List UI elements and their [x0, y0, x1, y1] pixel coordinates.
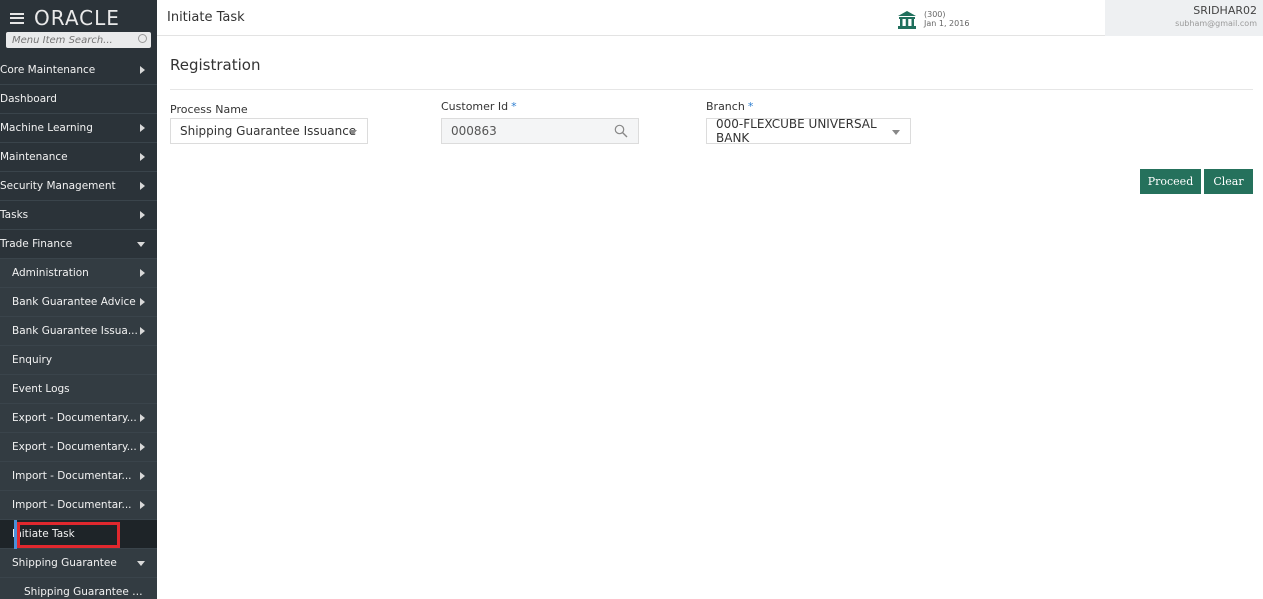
sidebar-item-event-logs[interactable]: Event Logs [0, 375, 157, 404]
sidebar-item-export-documentary[interactable]: Export - Documentary... [0, 404, 157, 433]
main-content: Initiate Task (300) Jan 1, 2016 SRIDHAR0… [157, 0, 1263, 599]
chevron-right-icon[interactable] [140, 414, 145, 422]
process-name-label-text: Process Name [170, 103, 248, 116]
sidebar-item-import-documentar[interactable]: Import - Documentar... [0, 462, 157, 491]
chevron-right-icon[interactable] [140, 327, 145, 335]
sidebar-item-export-documentary[interactable]: Export - Documentary... [0, 433, 157, 462]
sidebar-item-label: Shipping Guarantee Is... [24, 586, 145, 598]
sidebar-item-label: Enquiry [12, 354, 53, 366]
chevron-right-icon[interactable] [140, 298, 145, 306]
branch-select[interactable]: 000-FLEXCUBE UNIVERSAL BANK [706, 117, 911, 145]
chevron-right-icon[interactable] [140, 269, 145, 277]
sidebar-item-label: Event Logs [12, 383, 70, 395]
sidebar-item-label: Maintenance [0, 151, 68, 163]
chevron-down-icon[interactable] [137, 560, 145, 566]
menu-search[interactable] [6, 32, 151, 48]
sidebar-item-dashboard[interactable]: Dashboard [0, 85, 157, 114]
chevron-down-icon[interactable] [137, 241, 145, 247]
sidebar-item-label: Security Management [0, 180, 116, 192]
sidebar-item-import-documentar[interactable]: Import - Documentar... [0, 491, 157, 520]
page-title: Initiate Task [167, 10, 245, 25]
branch-code: (300) [924, 10, 946, 19]
sidebar-item-tasks[interactable]: Tasks [0, 201, 157, 230]
branch-date: Jan 1, 2016 [924, 19, 970, 28]
menu-search-input[interactable] [12, 34, 132, 46]
logo-bar: ORACLE [0, 0, 157, 36]
required-marker: * [747, 100, 754, 113]
chevron-right-icon[interactable] [140, 182, 145, 190]
chevron-down-icon[interactable] [892, 130, 900, 135]
chevron-right-icon[interactable] [140, 211, 145, 219]
process-name-label: Process Name [170, 103, 248, 116]
branch-label: Branch * [706, 100, 753, 113]
sidebar-item-label: Machine Learning [0, 122, 93, 134]
sidebar-item-maintenance[interactable]: Maintenance [0, 143, 157, 172]
sidebar-item-label: Export - Documentary... [12, 441, 137, 453]
search-icon[interactable] [138, 34, 147, 43]
customer-id-label: Customer Id * [441, 100, 517, 113]
branch-value: 000-FLEXCUBE UNIVERSAL BANK [716, 117, 877, 145]
sidebar-item-label: Core Maintenance [0, 64, 96, 76]
user-email: subham@gmail.com [1175, 19, 1257, 28]
app-root: ORACLE Core Maintenance Dashboard Machine … [0, 0, 1263, 599]
proceed-button[interactable]: Proceed [1140, 169, 1201, 194]
top-bar: Initiate Task (300) Jan 1, 2016 SRIDHAR0… [157, 0, 1263, 36]
sidebar-item-label: Dashboard [0, 93, 57, 105]
sidebar-item-core-maintenance[interactable]: Core Maintenance [0, 56, 157, 85]
process-name-select[interactable]: Shipping Guarantee Issuance [170, 118, 368, 144]
sidebar-item-security-management[interactable]: Security Management [0, 172, 157, 201]
sidebar: ORACLE Core Maintenance Dashboard Machine … [0, 0, 157, 599]
customer-id-value: 000863 [451, 124, 497, 138]
hamburger-icon[interactable] [10, 12, 24, 24]
sidebar-item-machine-learning[interactable]: Machine Learning [0, 114, 157, 143]
clear-button[interactable]: Clear [1204, 169, 1253, 194]
process-name-value: Shipping Guarantee Issuance [180, 124, 357, 138]
sidebar-item-label: Bank Guarantee Issua... [12, 325, 138, 337]
sidebar-item-label: Tasks [0, 209, 29, 221]
user-menu[interactable]: SRIDHAR02 subham@gmail.com [1105, 0, 1263, 36]
branch-info[interactable]: (300) Jan 1, 2016 [924, 10, 969, 28]
sidebar-item-label: Shipping Guarantee [12, 557, 117, 569]
section-divider [170, 89, 1253, 90]
oracle-logo: ORACLE [34, 6, 120, 30]
chevron-right-icon[interactable] [140, 443, 145, 451]
sidebar-item-bank-guarantee-issua[interactable]: Bank Guarantee Issua... [0, 317, 157, 346]
user-name: SRIDHAR02 [1193, 4, 1257, 17]
sidebar-item-shipping-guarantee[interactable]: Shipping Guarantee [0, 549, 157, 578]
chevron-right-icon[interactable] [140, 124, 145, 132]
sidebar-menu: Core Maintenance Dashboard Machine Learnin… [0, 56, 157, 599]
sidebar-item-label: Import - Documentar... [12, 470, 132, 482]
sidebar-item-label: Initiate Task [12, 528, 75, 540]
sidebar-item-label: Administration [12, 267, 89, 279]
required-marker: * [511, 100, 517, 113]
sidebar-item-shipping-guarantee-is[interactable]: Shipping Guarantee Is... [0, 578, 157, 599]
sidebar-item-initiate-task[interactable]: Initiate Task [0, 520, 157, 549]
lookup-search-icon[interactable] [614, 124, 628, 138]
chevron-right-icon[interactable] [140, 66, 145, 74]
chevron-right-icon[interactable] [140, 501, 145, 509]
sidebar-item-label: Trade Finance [0, 238, 73, 250]
sidebar-item-trade-finance[interactable]: Trade Finance [0, 230, 157, 259]
chevron-down-icon[interactable] [349, 130, 357, 135]
sidebar-item-label: Import - Documentar... [12, 499, 132, 511]
sidebar-item-bank-guarantee-advice[interactable]: Bank Guarantee Advice [0, 288, 157, 317]
sidebar-item-enquiry[interactable]: Enquiry [0, 346, 157, 375]
customer-id-field[interactable]: 000863 [441, 118, 639, 144]
sidebar-item-administration[interactable]: Administration [0, 259, 157, 288]
branch-label-text: Branch [706, 100, 745, 113]
sidebar-item-label: Export - Documentary... [12, 412, 137, 424]
chevron-right-icon[interactable] [140, 472, 145, 480]
chevron-right-icon[interactable] [140, 153, 145, 161]
section-title: Registration [170, 56, 261, 74]
bank-icon[interactable] [897, 10, 917, 30]
sidebar-item-label: Bank Guarantee Advice [12, 296, 136, 308]
customer-id-label-text: Customer Id [441, 100, 509, 113]
